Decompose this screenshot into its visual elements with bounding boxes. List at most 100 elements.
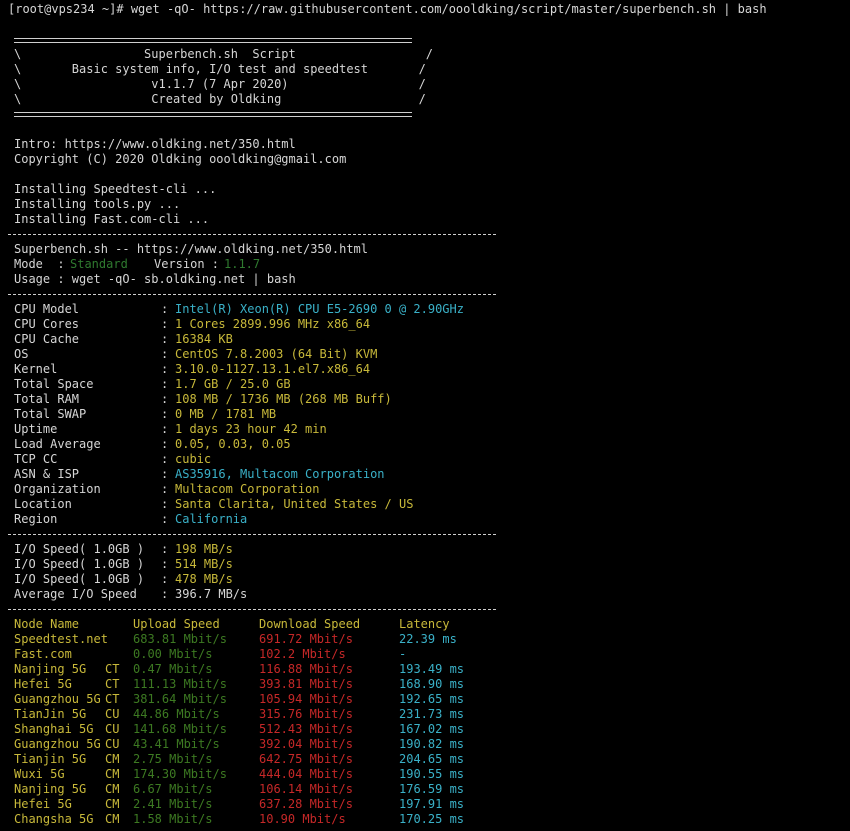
sysinfo-colon: :: [161, 332, 169, 346]
download-speed: 642.75 Mbit/s: [259, 752, 353, 766]
latency: 193.49 ms: [399, 662, 465, 676]
sysinfo-value: Multacom Corporation: [175, 482, 320, 496]
latency: 231.73 ms: [399, 707, 465, 721]
sysinfo-value: AS35916, Multacom Corporation: [175, 467, 385, 481]
version-value: 1.1.7: [224, 257, 261, 271]
column-header-upload: Upload Speed: [133, 617, 220, 631]
sysinfo-label: Load Average: [14, 437, 101, 451]
io-speed-label: Average I/O Speed: [14, 587, 137, 601]
copyright-text: Copyright (C) 2020 Oldking oooldking@gma…: [14, 152, 347, 166]
sysinfo-value: 0 MB / 1781 MB: [175, 407, 277, 421]
io-speed-value: 198 MB/s: [175, 542, 233, 556]
download-speed: 393.81 Mbit/s: [259, 677, 353, 691]
banner-text: \ v1.1.7 (7 Apr 2020) /: [14, 77, 426, 91]
download-speed: 105.94 Mbit/s: [259, 692, 353, 706]
sysinfo-colon: :: [161, 347, 169, 361]
sysinfo-value: cubic: [175, 452, 212, 466]
latency: 197.91 ms: [399, 797, 465, 811]
column-header-download: Download Speed: [259, 617, 361, 631]
sysinfo-colon: :: [161, 392, 169, 406]
io-speed-value: 514 MB/s: [175, 557, 233, 571]
install-text: Installing tools.py ...: [14, 197, 181, 211]
node-name: Nanjing 5G: [14, 782, 87, 796]
node-isp: CT: [105, 692, 120, 706]
download-speed: 116.88 Mbit/s: [259, 662, 353, 676]
banner-line: \ v1.1.7 (7 Apr 2020) /: [0, 77, 426, 92]
install-line: Installing tools.py ...: [0, 197, 180, 212]
download-speed: 444.04 Mbit/s: [259, 767, 353, 781]
node-name: Guangzhou 5G: [14, 737, 101, 751]
upload-speed: 174.30 Mbit/s: [133, 767, 227, 781]
terminal-window[interactable]: [root@vps234 ~]# wget -qO- https://raw.g…: [0, 0, 850, 831]
sysinfo-label: Location: [14, 497, 72, 511]
sysinfo-value: California: [175, 512, 248, 526]
banner-text: \ Created by Oldking /: [14, 92, 426, 106]
node-name: Shanghai 5G: [14, 722, 94, 736]
io-speed-colon: :: [161, 587, 169, 601]
io-speed-colon: :: [161, 572, 169, 586]
upload-speed: 141.68 Mbit/s: [133, 722, 227, 736]
sysinfo-label: TCP CC: [14, 452, 58, 466]
banner-text: \ Superbench.sh Script /: [14, 47, 434, 61]
sysinfo-label: Total SWAP: [14, 407, 87, 421]
column-header-node: Node Name: [14, 617, 80, 631]
node-isp: CM: [105, 767, 120, 781]
sysinfo-colon: :: [161, 467, 169, 481]
node-isp: CU: [105, 722, 120, 736]
sysinfo-label: CPU Cache: [14, 332, 80, 346]
separator: [8, 234, 496, 235]
sysinfo-value: 1 Cores 2899.996 MHz x86_64: [175, 317, 371, 331]
intro-line: Intro: https://www.oldking.net/350.html: [0, 137, 296, 152]
io-speed-colon: :: [161, 542, 169, 556]
node-name: Nanjing 5G: [14, 662, 87, 676]
upload-speed: 111.13 Mbit/s: [133, 677, 227, 691]
upload-speed: 0.47 Mbit/s: [133, 662, 213, 676]
io-speed-label: I/O Speed( 1.0GB ): [14, 542, 145, 556]
sysinfo-label: ASN & ISP: [14, 467, 80, 481]
sysinfo-value: Santa Clarita, United States / US: [175, 497, 414, 511]
node-name: Tianjin 5G: [14, 752, 87, 766]
node-isp: CT: [105, 662, 120, 676]
upload-speed: 0.00 Mbit/s: [133, 647, 213, 661]
speed-table-header: Node Name Upload Speed Download Speed La…: [0, 617, 450, 632]
node-name: Guangzhou 5G: [14, 692, 101, 706]
download-speed: 691.72 Mbit/s: [259, 632, 353, 646]
latency: 190.82 ms: [399, 737, 465, 751]
separator: [8, 294, 496, 295]
latency: 192.65 ms: [399, 692, 465, 706]
version-label: Version :: [154, 257, 220, 271]
sysinfo-label: Uptime: [14, 422, 58, 436]
node-name: Wuxi 5G: [14, 767, 65, 781]
sysinfo-value: 16384 KB: [175, 332, 233, 346]
sysinfo-value: CentOS 7.8.2003 (64 Bit) KVM: [175, 347, 378, 361]
sysinfo-label: Organization: [14, 482, 101, 496]
install-text: Installing Fast.com-cli ...: [14, 212, 210, 226]
install-line: Installing Speedtest-cli ...: [0, 182, 216, 197]
sysinfo-value: Intel(R) Xeon(R) CPU E5-2690 0 @ 2.90GHz: [175, 302, 464, 316]
sysinfo-value: 0.05, 0.03, 0.05: [175, 437, 291, 451]
command-line: [root@vps234 ~]# wget -qO- https://raw.g…: [0, 2, 767, 17]
io-speed-label: I/O Speed( 1.0GB ): [14, 557, 145, 571]
download-speed: 315.76 Mbit/s: [259, 707, 353, 721]
install-line: Installing Fast.com-cli ...: [0, 212, 209, 227]
mode-line: Mode : Standard Version : 1.1.7: [0, 257, 260, 272]
download-speed: 392.04 Mbit/s: [259, 737, 353, 751]
sysinfo-colon: :: [161, 377, 169, 391]
sysinfo-label: CPU Model: [14, 302, 80, 316]
upload-speed: 683.81 Mbit/s: [133, 632, 227, 646]
separator: [8, 609, 496, 610]
download-speed: 102.2 Mbit/s: [259, 647, 346, 661]
intro-text: Intro: https://www.oldking.net/350.html: [14, 137, 296, 151]
node-name: Changsha 5G: [14, 812, 94, 826]
latency: 167.02 ms: [399, 722, 465, 736]
latency: 22.39 ms: [399, 632, 457, 646]
io-speed-colon: :: [161, 557, 169, 571]
sysinfo-colon: :: [161, 437, 169, 451]
sysinfo-colon: :: [161, 422, 169, 436]
upload-speed: 6.67 Mbit/s: [133, 782, 213, 796]
upload-speed: 43.41 Mbit/s: [133, 737, 220, 751]
sysinfo-label: Kernel: [14, 362, 58, 376]
sysinfo-colon: :: [161, 407, 169, 421]
node-isp: CM: [105, 782, 120, 796]
sysinfo-label: OS: [14, 347, 29, 361]
